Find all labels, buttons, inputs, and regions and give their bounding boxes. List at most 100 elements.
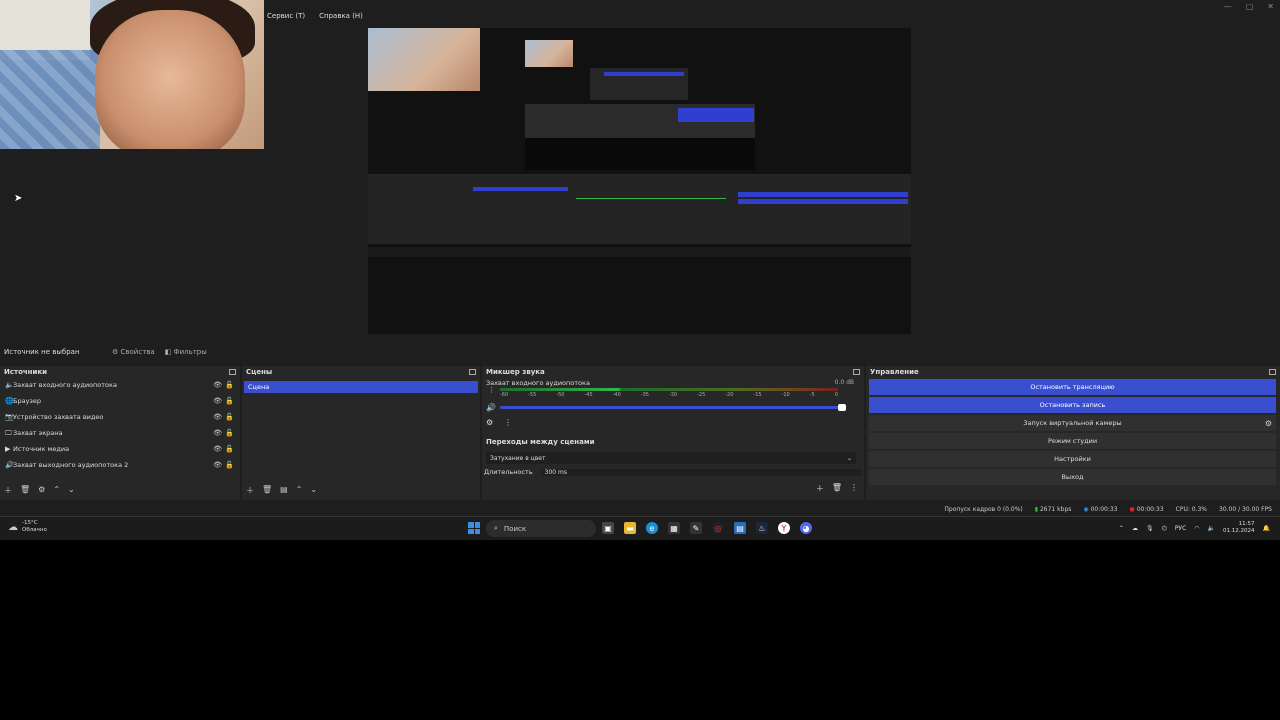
lock-icon[interactable]: 🔓 [225,429,234,437]
source-item[interactable]: 🔈 Захват входного аудиопотока 👁 🔓 [0,377,240,393]
more-vert-icon[interactable]: ⋮ [504,418,512,427]
virtual-camera-button[interactable]: Запуск виртуальной камеры ⚙ [869,415,1276,431]
obs-icon[interactable]: ◎ [712,522,724,534]
gear-icon[interactable]: ⚙ [486,418,493,427]
controls-dock: Управление Остановить трансляцию Останов… [866,366,1280,500]
speaker-icon[interactable]: 🔊 [486,403,496,412]
clock[interactable]: 11:57 01.12.2024 [1223,521,1255,535]
notification-icon[interactable]: 🔔 [1263,525,1270,532]
dock-popout-icon[interactable] [229,368,236,375]
task-view-icon[interactable]: ▣ [602,522,614,534]
source-item[interactable]: 📷 Устройство захвата видео 👁 🔓 [0,409,240,425]
trash-icon[interactable]: 🗑 [832,483,842,494]
language-indicator[interactable]: РУС [1175,525,1186,532]
sources-title-text: Источники [4,367,48,376]
gear-icon[interactable]: ⚙ [38,485,45,496]
move-down-icon[interactable]: ⌄ [68,485,75,496]
network-icon[interactable]: ⌬ [1162,525,1167,532]
source-label: Захват входного аудиопотока [13,381,117,389]
bitrate-status: ▮ 2671 kbps [1035,506,1072,513]
exit-button[interactable]: Выход [869,469,1276,485]
eye-icon[interactable]: 👁 [213,461,222,469]
dock-popout-icon[interactable] [1269,368,1276,375]
lock-icon[interactable]: 🔓 [225,381,234,389]
steam-icon[interactable]: ♨ [756,522,768,534]
eye-icon[interactable]: 👁 [213,445,222,453]
taskbar: ☁ -15°C Облачно ⌕ Поиск ▣ ▬ e ▦ ✎ ◎ ▤ ♨ Y … [0,516,1280,540]
source-item[interactable]: 🔊 Захват выходного аудиопотока 2 👁 🔓 [0,457,240,473]
maximize-icon[interactable]: ▢ [1246,2,1254,11]
lock-icon[interactable]: 🔓 [225,413,234,421]
stop-recording-button[interactable]: Остановить запись [869,397,1276,413]
move-up-icon[interactable]: ⌃ [53,485,60,496]
meter-tick: -30 [668,392,678,398]
move-up-icon[interactable]: ⌃ [296,485,303,496]
properties-button[interactable]: ⚙ Свойства [112,348,155,356]
source-item[interactable]: ▶ Источник медиа 👁 🔓 [0,441,240,457]
stop-stream-button[interactable]: Остановить трансляцию [869,379,1276,395]
signal-icon: ▮ [1034,505,1039,513]
mixer-dock: Микшер звука Захват входного аудиопотока… [482,366,864,500]
move-down-icon[interactable]: ⌄ [310,485,317,496]
settings-button[interactable]: Настройки [869,451,1276,467]
weather-desc: Облачно [22,527,47,533]
lock-icon[interactable]: 🔓 [225,397,234,405]
dock-popout-icon[interactable] [853,368,860,375]
weather-widget[interactable]: ☁ -15°C Облачно [8,520,47,534]
dropped-frames: Пропуск кадров 0 (0.0%) [944,505,1023,513]
yandex-icon[interactable]: Y [778,522,790,534]
duration-input[interactable]: 300 ms [540,468,861,476]
preview-nested-controls [678,108,754,122]
trash-icon[interactable]: 🗑 [262,485,272,496]
preview-canvas[interactable] [368,28,911,334]
cloud-icon[interactable]: ☁ [1132,525,1138,532]
close-icon[interactable]: ✕ [1267,2,1274,11]
eye-icon[interactable]: 👁 [213,381,222,389]
scene-item-selected[interactable]: Сцена [244,381,478,393]
meter-tick: -35 [640,392,649,398]
eye-icon[interactable]: 👁 [213,429,222,437]
volume-icon[interactable]: 🔈 [1208,525,1215,532]
meter-tick: -10 [781,392,790,398]
source-label: Захват экрана [13,429,63,437]
microphone-icon[interactable]: 🎙 [1146,525,1154,532]
filter-icon[interactable]: ▤ [280,485,288,496]
eye-icon[interactable]: 👁 [213,397,222,405]
store-icon[interactable]: ▦ [668,522,680,534]
eye-icon[interactable]: 👁 [213,413,222,421]
more-vert-icon[interactable]: ⋮ [488,386,495,394]
app-icon[interactable]: ▤ [734,522,746,534]
trash-icon[interactable]: 🗑 [20,485,30,496]
lock-icon[interactable]: 🔓 [225,445,234,453]
weather-text: -15°C Облачно [22,520,47,534]
pin-icon[interactable]: ✎ [690,522,702,534]
more-vert-icon[interactable]: ⋮ [850,483,858,494]
add-icon[interactable]: ＋ [816,483,824,494]
source-item[interactable]: 🌐 Браузер 👁 🔓 [0,393,240,409]
meter-tick: 0 [834,392,838,398]
preview-taskbar [368,247,911,257]
gear-icon[interactable]: ⚙ [1265,419,1272,428]
wifi-icon[interactable]: ◠ [1194,525,1199,532]
minimize-icon[interactable]: — [1224,2,1232,11]
edge-icon[interactable]: e [646,522,658,534]
lock-icon[interactable]: 🔓 [225,461,234,469]
filters-label: Фильтры [173,348,207,356]
sources-title: Источники [0,366,240,377]
add-icon[interactable]: ＋ [4,485,12,496]
studio-mode-button[interactable]: Режим студии [869,433,1276,449]
transition-select[interactable]: Затухание в цвет ⌄ [486,452,856,464]
chevron-up-icon[interactable]: ⌃ [1119,525,1124,532]
filters-button[interactable]: ◧ Фильтры [165,348,207,356]
add-icon[interactable]: ＋ [246,485,254,496]
search-box[interactable]: ⌕ Поиск [486,520,596,537]
file-explorer-icon[interactable]: ▬ [624,522,636,534]
menu-help[interactable]: Справка (H) [316,10,366,26]
volume-knob[interactable] [838,404,846,411]
menu-tools[interactable]: Сервис (T) [264,10,308,26]
volume-slider[interactable] [500,404,846,411]
dock-popout-icon[interactable] [469,368,476,375]
source-item[interactable]: 🖵 Захват экрана 👁 🔓 [0,425,240,441]
start-button[interactable] [468,522,480,534]
discord-icon[interactable]: ◕ [800,522,812,534]
